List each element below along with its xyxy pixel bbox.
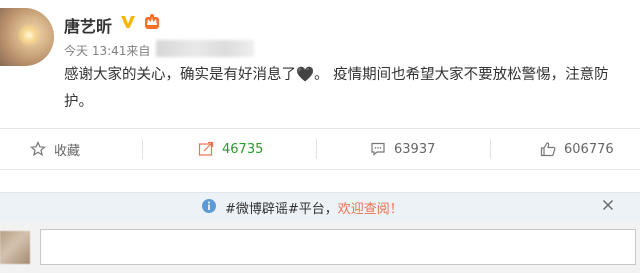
- like-count: 606776: [564, 141, 614, 157]
- black-heart-emoji: 🖤: [296, 67, 315, 83]
- user-avatar: [0, 231, 30, 264]
- verified-v-icon: [121, 16, 135, 28]
- notice-link[interactable]: 欢迎查阅！: [338, 202, 403, 217]
- post-text: 感谢大家的关心，确实是有好消息了: [64, 67, 296, 83]
- post-time[interactable]: 今天 13:41: [64, 44, 126, 58]
- star-icon: [30, 141, 46, 157]
- like-button[interactable]: 606776: [540, 129, 614, 169]
- comment-button[interactable]: 63937: [370, 129, 435, 169]
- comment-count: 63937: [394, 141, 436, 157]
- divider: [490, 139, 491, 159]
- post-source-prefix: 来自: [126, 44, 151, 58]
- comment-icon: [371, 142, 385, 156]
- member-crown-icon[interactable]: [143, 13, 161, 31]
- author-name[interactable]: 唐艺昕: [64, 13, 112, 37]
- favorite-label: 收藏: [54, 143, 81, 159]
- info-icon: [202, 199, 216, 213]
- forward-icon: [198, 141, 214, 156]
- thumbs-up-icon: [540, 142, 556, 157]
- forward-count: 46735: [222, 141, 264, 157]
- rumor-notice-bar: #微博辟谣#平台，欢迎查阅！: [0, 192, 640, 222]
- post-content: 感谢大家的关心，确实是有好消息了🖤。 疫情期间也希望大家不要放松警惕，注意防护。: [64, 62, 630, 116]
- weibo-post: 唐艺昕 今天 13:41来自 感谢大家的关心，确实是有好消息了🖤。 疫情期间也希…: [0, 0, 640, 127]
- avatar-glow: [18, 24, 40, 46]
- action-bar: 收藏 46735 63937 606776: [0, 128, 640, 170]
- favorite-button[interactable]: 收藏: [30, 129, 80, 169]
- divider: [142, 139, 143, 159]
- comment-area: [0, 221, 640, 273]
- notice-prefix: #微博辟谣#平台，: [225, 202, 338, 217]
- comment-input[interactable]: [40, 229, 636, 265]
- close-icon[interactable]: [602, 199, 614, 211]
- blurred-source: [156, 40, 254, 57]
- notice-text: #微博辟谣#平台，欢迎查阅！: [225, 198, 403, 217]
- post-meta: 今天 13:41来自: [64, 42, 150, 59]
- divider: [316, 139, 317, 159]
- forward-button[interactable]: 46735: [198, 129, 263, 169]
- avatar[interactable]: [0, 8, 54, 66]
